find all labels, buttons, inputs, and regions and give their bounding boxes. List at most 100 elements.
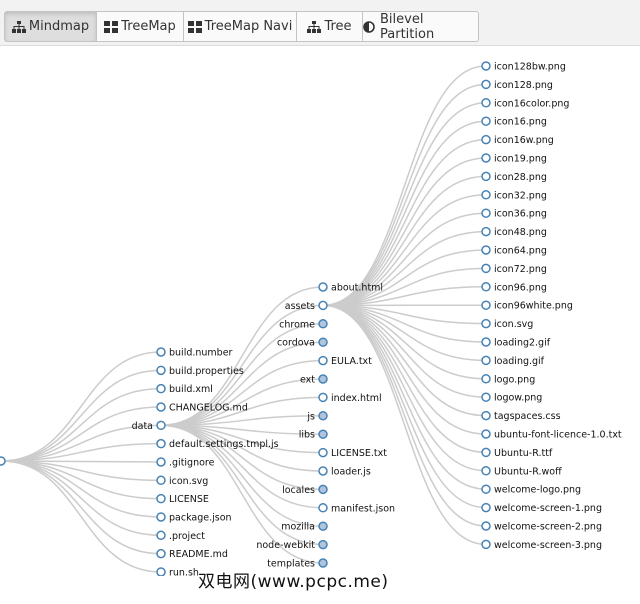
node-circle[interactable] [481,466,491,476]
tree-node-node-webkit[interactable]: node-webkit [256,539,328,551]
node-circle[interactable] [318,521,328,531]
node-circle[interactable] [481,502,491,513]
node-circle[interactable] [156,512,166,522]
node-circle[interactable] [156,438,166,449]
tree-node-loader-js[interactable]: loader.js [318,466,371,478]
node-circle[interactable] [481,521,491,531]
node-circle[interactable] [481,392,491,402]
node-circle[interactable] [481,318,491,329]
tree-node-icon48-png[interactable]: icon48.png [481,226,547,238]
tree-node-chrome[interactable]: chrome [279,319,328,330]
tree-node-root[interactable] [0,456,6,466]
tree-node-build-properties[interactable]: build.properties [156,365,244,377]
node-circle[interactable] [156,365,166,376]
tree-node-icon36-png[interactable]: icon36.png [481,208,547,220]
tree-node-icon19-png[interactable]: icon19.png [481,153,547,165]
node-circle[interactable] [481,226,491,237]
node-circle[interactable] [156,530,166,541]
tree-node-build-number[interactable]: build.number [156,347,233,359]
node-circle[interactable] [481,300,491,310]
node-circle[interactable] [481,61,491,71]
node-circle[interactable] [318,484,328,495]
tree-node-icon28-png[interactable]: icon28.png [481,171,547,183]
tree-node-ubuntu-font-licence-1-0-txt[interactable]: ubuntu-font-licence-1.0.txt [481,429,622,441]
tree-node-icon16-png[interactable]: icon16.png [481,116,547,128]
tree-node-icon16w-png[interactable]: icon16w.png [481,134,554,146]
tree-node-loading-gif[interactable]: loading.gif [481,355,545,367]
treemap-navi-view-button[interactable]: TreeMap Navi [183,11,297,42]
tree-node-build-xml[interactable]: build.xml [156,383,213,395]
bilevel-partition-view-button[interactable]: Bilevel Partition [362,11,479,42]
node-circle[interactable] [481,79,491,90]
mindmap-view-button[interactable]: Mindmap [4,11,97,42]
node-circle[interactable] [481,337,491,347]
tree-node-ubuntu-r-ttf[interactable]: Ubuntu-R.ttf [481,447,553,459]
tree-node-license-txt[interactable]: LICENSE.txt [318,447,387,459]
tree-node-package-json[interactable]: package.json [156,512,232,523]
treemap-view-button[interactable]: TreeMap [96,11,184,42]
node-circle[interactable] [318,503,328,513]
node-circle[interactable] [481,245,491,255]
node-circle[interactable] [318,558,328,568]
tree-node-welcome-screen-3-png[interactable]: welcome-screen-3.png [481,539,602,551]
tree-node-welcome-screen-1-png[interactable]: welcome-screen-1.png [481,502,602,514]
node-circle[interactable] [481,410,491,421]
tree-node-ext[interactable]: ext [300,374,328,386]
tree-node-license[interactable]: LICENSE [156,493,209,505]
node-circle[interactable] [481,171,491,182]
tree-node-icon96-png[interactable]: icon96.png [481,282,547,293]
node-circle[interactable] [156,383,166,394]
tree-node-cordova[interactable]: cordova [277,337,328,349]
node-circle[interactable] [318,447,328,458]
node-circle[interactable] [481,116,491,126]
tree-node-js[interactable]: js [306,411,328,422]
node-circle[interactable] [156,548,166,559]
node-circle[interactable] [156,493,166,504]
node-circle[interactable] [318,319,328,329]
tree-node-icon96white-png[interactable]: icon96white.png [481,300,573,312]
tree-node-loading2-gif[interactable]: loading2.gif [481,337,551,349]
node-circle[interactable] [481,484,491,494]
node-circle[interactable] [481,355,491,366]
node-circle[interactable] [156,457,166,467]
tree-node-icon32-png[interactable]: icon32.png [481,190,547,201]
node-circle[interactable] [0,456,6,466]
tree-view-button[interactable]: Tree [296,11,363,42]
tree-node-mozilla[interactable]: mozilla [281,521,328,533]
tree-node-welcome-screen-2-png[interactable]: welcome-screen-2.png [481,521,602,533]
node-circle[interactable] [318,300,328,311]
node-circle[interactable] [318,355,328,366]
node-circle[interactable] [481,134,491,145]
node-circle[interactable] [481,263,491,274]
tree-node-eula-txt[interactable]: EULA.txt [318,355,372,367]
node-circle[interactable] [156,567,166,576]
node-circle[interactable] [481,539,491,550]
tree-node-readme-md[interactable]: README.md [156,548,228,560]
tree-node-locales[interactable]: locales [282,484,328,496]
tree-node-icon128bw-png[interactable]: icon128bw.png [481,61,566,73]
tree-node-default-settings-tmpl-js[interactable]: default.settings.tmpl.js [156,438,279,450]
node-circle[interactable] [481,208,491,218]
tree-node-libs[interactable]: libs [299,429,328,441]
node-circle[interactable] [481,282,491,292]
tree-node-ubuntu-r-woff[interactable]: Ubuntu-R.woff [481,466,562,477]
tree-node-gitignore[interactable]: .gitignore [156,457,215,468]
tree-node-run-sh[interactable]: run.sh [156,567,199,576]
tree-node-icon72-png[interactable]: icon72.png [481,263,547,275]
tree-node-manifest-json[interactable]: manifest.json [318,503,395,514]
node-circle[interactable] [318,411,328,421]
node-circle[interactable] [318,466,328,476]
tree-node-icon64-png[interactable]: icon64.png [481,245,547,257]
tree-node-assets[interactable]: assets [285,300,328,312]
node-circle[interactable] [481,98,491,108]
tree-node-data[interactable]: data [132,420,166,432]
node-circle[interactable] [481,190,491,200]
node-circle[interactable] [156,402,166,412]
node-circle[interactable] [481,447,491,458]
node-circle[interactable] [318,539,328,550]
node-circle[interactable] [156,475,166,486]
node-circle[interactable] [481,429,491,439]
node-circle[interactable] [481,153,491,163]
tree-node-welcome-logo-png[interactable]: welcome-logo.png [481,484,581,496]
tree-node-icon-svg[interactable]: icon.svg [481,318,533,330]
